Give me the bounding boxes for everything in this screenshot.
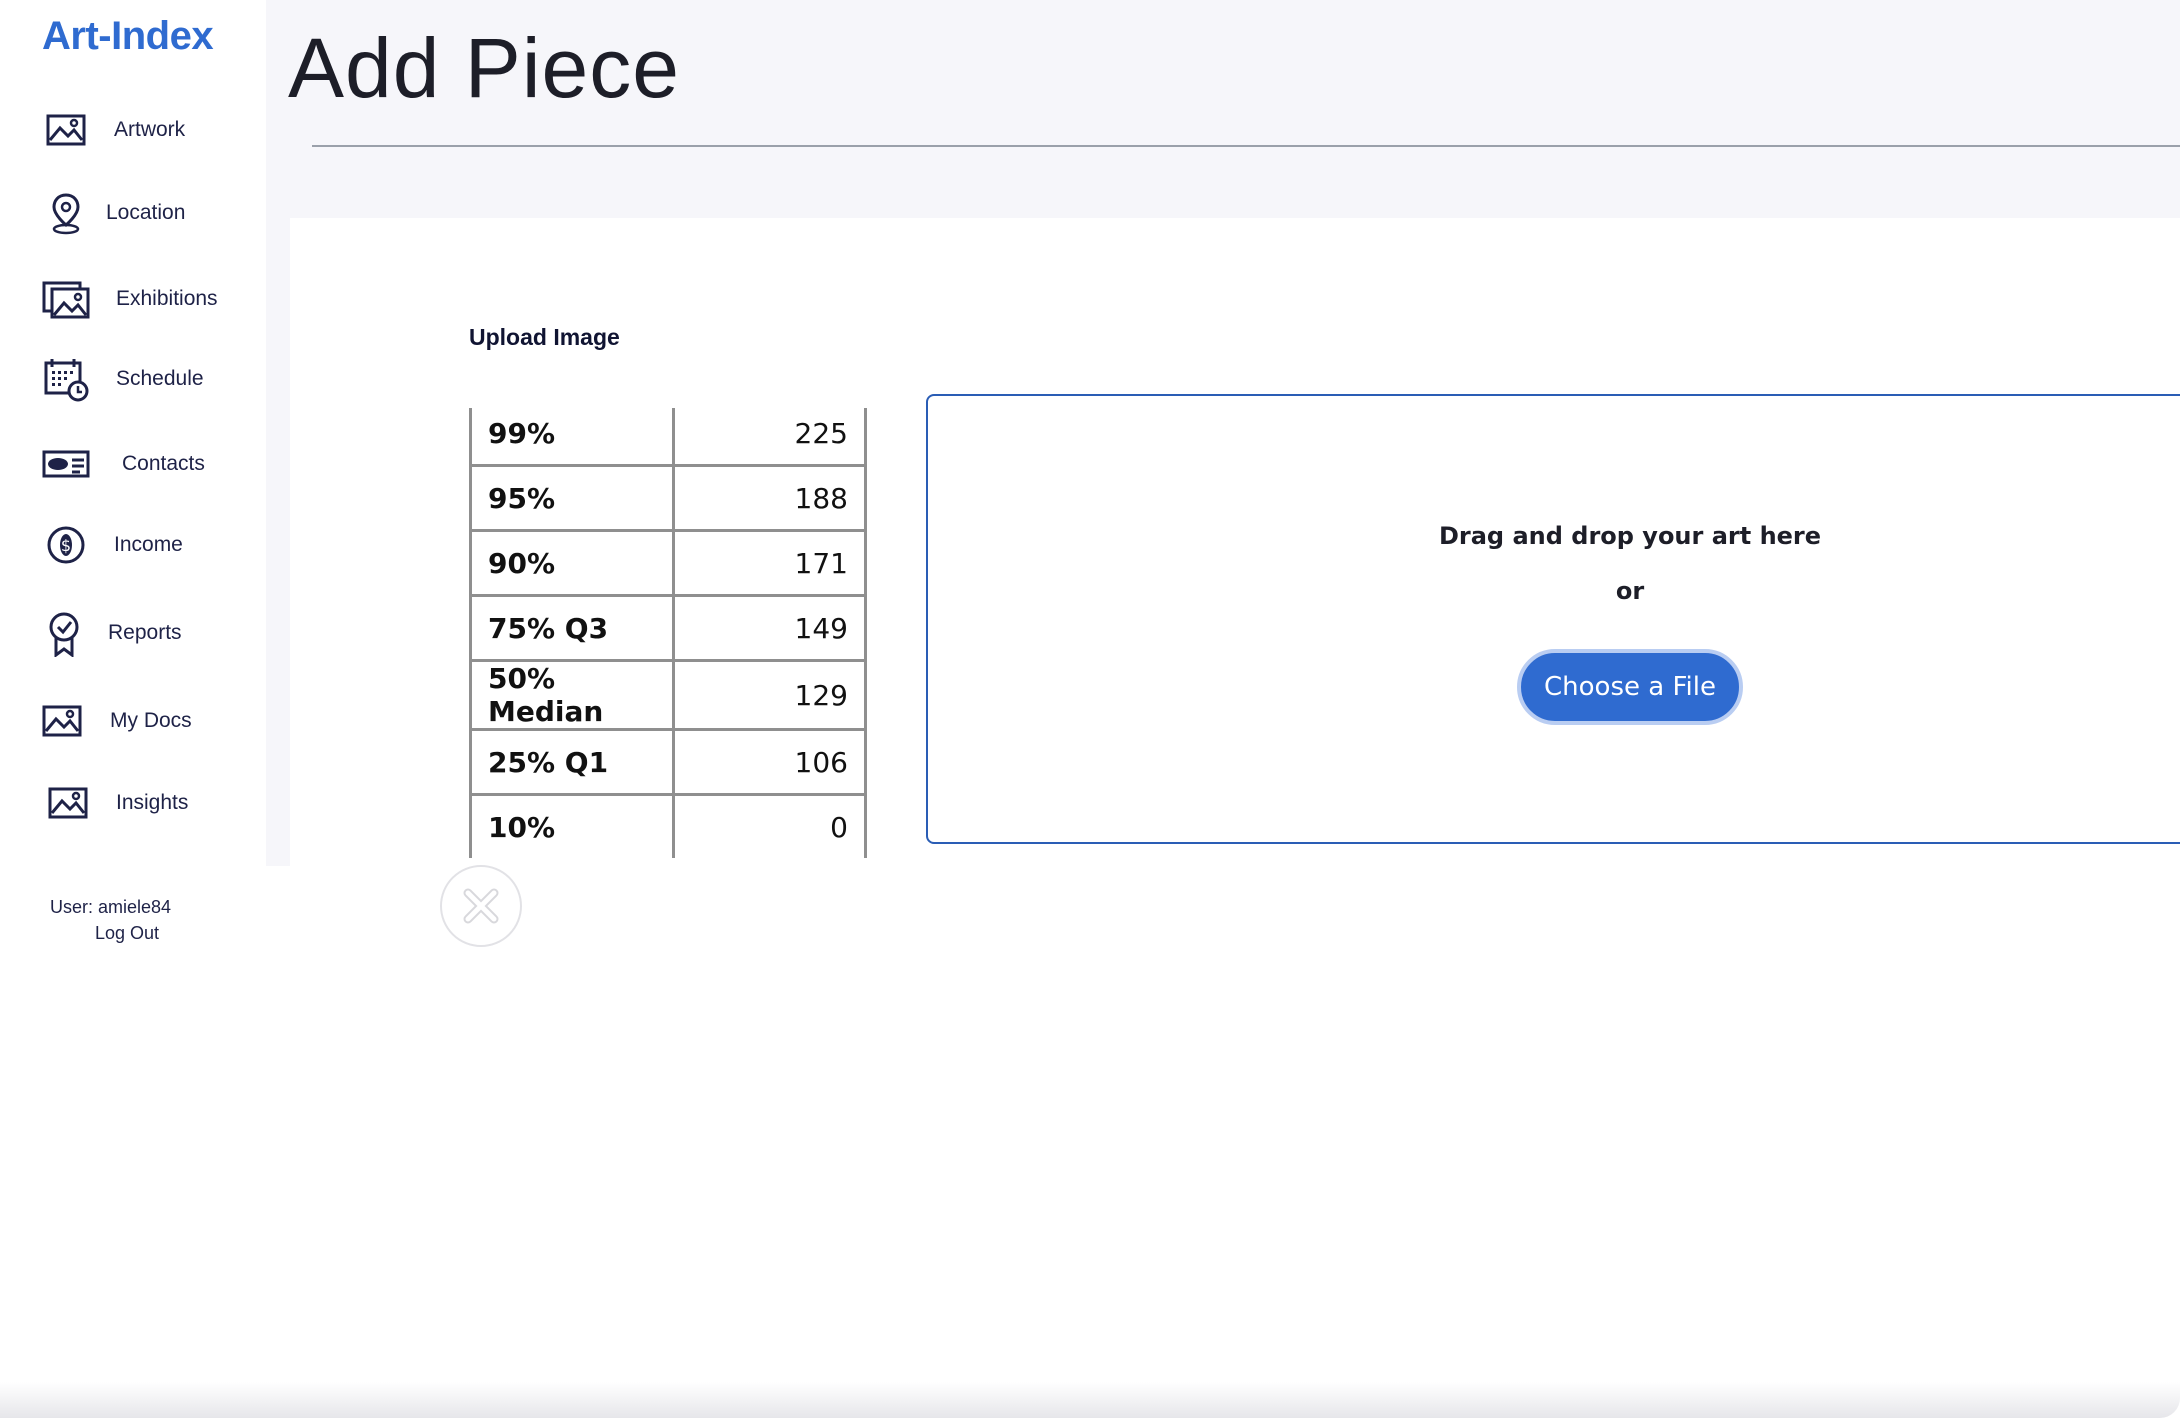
table-row: 75% Q3 149 bbox=[469, 594, 867, 662]
sidebar-item-label: Exhibitions bbox=[116, 287, 218, 310]
table-cell-key: 90% bbox=[469, 529, 675, 597]
dollar-coin-icon: $ bbox=[40, 521, 92, 569]
logout-link[interactable]: Log Out bbox=[95, 923, 159, 944]
table-cell-value: 171 bbox=[672, 529, 867, 597]
table-cell-value: 0 bbox=[672, 793, 867, 858]
choose-file-button[interactable]: Choose a File bbox=[1517, 649, 1743, 725]
sidebar-item-label: Location bbox=[106, 201, 186, 224]
sidebar-item-artwork[interactable]: Artwork bbox=[40, 106, 185, 154]
close-x-icon bbox=[442, 888, 520, 949]
gallery-images-icon bbox=[40, 275, 92, 323]
table-row: 90% 171 bbox=[469, 529, 867, 597]
dropzone-prompt: Drag and drop your art here bbox=[1438, 522, 1822, 550]
table-cell-key: 50% Median bbox=[469, 659, 675, 731]
sidebar-item-my-docs[interactable]: My Docs bbox=[40, 697, 192, 745]
contact-card-icon bbox=[40, 440, 92, 488]
table-cell-key: 75% Q3 bbox=[469, 594, 675, 662]
sidebar-item-label: Artwork bbox=[114, 118, 186, 141]
sidebar-item-income[interactable]: $ Income bbox=[40, 521, 183, 569]
window-bottom-edge bbox=[0, 1382, 2180, 1418]
award-badge-icon bbox=[40, 609, 92, 658]
table-row: 25% Q1 106 bbox=[469, 728, 867, 796]
map-pin-icon bbox=[40, 189, 92, 237]
table-cell-value: 106 bbox=[672, 728, 867, 796]
brand-logo[interactable]: Art-Index bbox=[42, 14, 214, 59]
sidebar-item-label: Reports bbox=[108, 621, 182, 644]
user-info: User: amiele84 bbox=[50, 897, 172, 917]
calendar-clock-icon bbox=[40, 355, 92, 403]
sidebar-item-contacts[interactable]: Contacts bbox=[40, 440, 205, 488]
sidebar-item-label: Income bbox=[114, 533, 183, 556]
sidebar-item-reports[interactable]: Reports bbox=[40, 609, 182, 658]
table-cell-value: 188 bbox=[672, 464, 867, 532]
sidebar-item-exhibitions[interactable]: Exhibitions bbox=[40, 275, 218, 323]
remove-image-button[interactable] bbox=[440, 865, 522, 947]
table-cell-key: 99% bbox=[469, 408, 675, 467]
sidebar: Art-Index Artwork Location Exhibitions S… bbox=[0, 0, 266, 866]
preview-table: 99% 225 95% 188 90% 171 75% Q3 149 50% M… bbox=[469, 408, 867, 858]
table-row: 50% Median 129 bbox=[469, 659, 867, 731]
sidebar-item-schedule[interactable]: Schedule bbox=[40, 355, 204, 403]
svg-text:$: $ bbox=[61, 536, 71, 555]
sidebar-item-label: Contacts bbox=[122, 452, 205, 475]
uploaded-image-preview: 99% 225 95% 188 90% 171 75% Q3 149 50% M… bbox=[469, 408, 867, 858]
table-cell-value: 149 bbox=[672, 594, 867, 662]
title-divider bbox=[312, 145, 2180, 147]
insights-image-icon bbox=[40, 779, 92, 827]
upload-image-label: Upload Image bbox=[469, 324, 620, 350]
document-image-icon bbox=[40, 697, 92, 745]
table-cell-key: 25% Q1 bbox=[469, 728, 675, 796]
dropzone-or: or bbox=[1615, 577, 1645, 605]
sidebar-item-label: Schedule bbox=[116, 367, 204, 390]
sidebar-item-location[interactable]: Location bbox=[40, 189, 185, 237]
sidebar-item-label: Insights bbox=[116, 791, 189, 814]
table-cell-key: 95% bbox=[469, 464, 675, 532]
table-cell-value: 129 bbox=[672, 659, 867, 731]
table-cell-key: 10% bbox=[469, 793, 675, 858]
sidebar-item-insights[interactable]: Insights bbox=[40, 779, 188, 827]
file-dropzone[interactable] bbox=[926, 394, 2180, 844]
sidebar-item-label: My Docs bbox=[110, 709, 192, 732]
panel-gutter bbox=[266, 218, 290, 866]
page-title: Add Piece bbox=[288, 21, 680, 115]
artwork-image-icon bbox=[40, 106, 92, 154]
table-row: 95% 188 bbox=[469, 464, 867, 532]
table-cell-value: 225 bbox=[672, 408, 867, 467]
table-row: 99% 225 bbox=[469, 408, 867, 467]
table-row: 10% 0 bbox=[469, 793, 867, 858]
